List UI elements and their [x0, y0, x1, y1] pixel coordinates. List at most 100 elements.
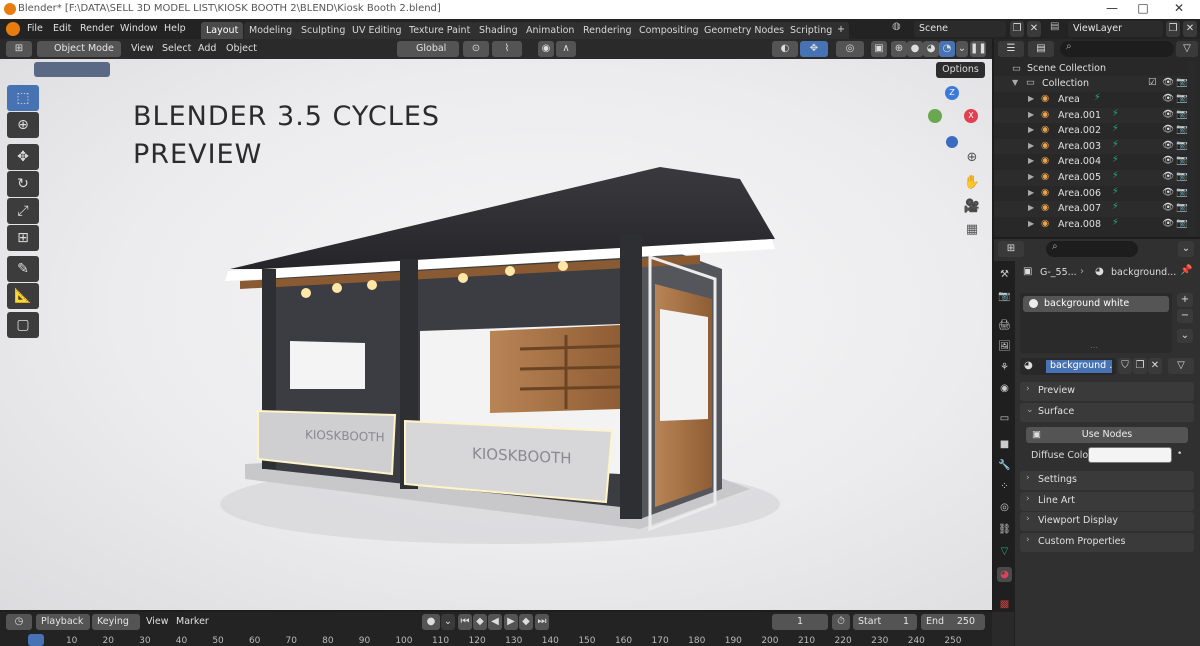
camera-icon[interactable]: 📷: [1176, 202, 1188, 213]
eye-icon[interactable]: 👁: [1162, 77, 1174, 88]
menu-window[interactable]: Window: [120, 23, 157, 34]
expand-icon[interactable]: ▶: [1028, 110, 1034, 119]
physics-tab-icon[interactable]: ◎: [997, 500, 1012, 515]
eye-icon[interactable]: 👁: [1162, 124, 1174, 135]
blender-menu-icon[interactable]: [6, 22, 20, 36]
camera-view-icon[interactable]: 🎥: [962, 199, 982, 219]
properties-options-icon[interactable]: ⌄: [1178, 241, 1194, 257]
menu-object[interactable]: Object: [226, 43, 257, 54]
prev-keyframe-icon[interactable]: ◆: [473, 614, 487, 630]
tab-rendering[interactable]: Rendering: [578, 22, 637, 39]
outliner-row[interactable]: ▶ ◉ Area.006 ⚡ 👁 📷: [994, 186, 1188, 202]
checkbox-icon[interactable]: ☑: [1148, 77, 1157, 88]
tab-texture-paint[interactable]: Texture Paint: [404, 22, 476, 39]
jump-end-icon[interactable]: ⏭: [535, 614, 549, 630]
view-layer-selector[interactable]: ViewLayer: [1068, 21, 1163, 37]
tab-animation[interactable]: Animation: [521, 22, 580, 39]
camera-icon[interactable]: 📷: [1176, 171, 1188, 182]
tab-scripting[interactable]: Scripting: [785, 22, 838, 39]
panel-settings[interactable]: › Settings: [1020, 471, 1194, 490]
play-reverse-icon[interactable]: ◀: [488, 614, 502, 630]
use-nodes-button[interactable]: ▣ Use Nodes: [1026, 427, 1188, 443]
eye-icon[interactable]: 👁: [1162, 93, 1174, 104]
material-browse[interactable]: ◕ background ...: [1020, 358, 1116, 375]
menu-help[interactable]: Help: [164, 23, 186, 34]
panel-line-art[interactable]: › Line Art: [1020, 492, 1194, 511]
timeline-marker-menu[interactable]: Marker: [176, 616, 209, 627]
resize-handle-icon[interactable]: ⋯: [1090, 343, 1098, 352]
tab-uv-editing[interactable]: UV Editing: [347, 22, 407, 39]
expand-icon[interactable]: ▼: [1012, 78, 1018, 87]
play-icon[interactable]: ▶: [504, 614, 518, 630]
tab-geometry-nodes[interactable]: Geometry Nodes: [699, 22, 790, 39]
eye-icon[interactable]: 👁: [1162, 109, 1174, 120]
material-slot-list[interactable]: background white ⋯: [1020, 293, 1172, 353]
modifier-tab-icon[interactable]: 🔧: [997, 458, 1012, 473]
outliner-row[interactable]: ▶ ◉ Area.002 ⚡ 👁 📷: [994, 123, 1188, 139]
outliner-scrollbar[interactable]: [1188, 61, 1196, 237]
output-tab-icon[interactable]: 🖨: [997, 318, 1012, 333]
fake-user-icon[interactable]: ⛉: [1118, 358, 1132, 374]
camera-icon[interactable]: 📷: [1176, 93, 1188, 104]
constraints-tab-icon[interactable]: ⛓: [997, 522, 1012, 537]
view-layer-delete-icon[interactable]: ✕: [1183, 21, 1197, 37]
eye-icon[interactable]: 👁: [1162, 155, 1174, 166]
display-mode-icon[interactable]: ▤: [1028, 41, 1054, 57]
gizmo-z-axis[interactable]: Z: [945, 86, 959, 100]
expand-icon[interactable]: ▶: [1028, 156, 1034, 165]
slot-specials-icon[interactable]: ⌄: [1177, 329, 1193, 343]
camera-icon[interactable]: 📷: [1176, 77, 1188, 88]
tab-modeling[interactable]: Modeling: [244, 22, 298, 39]
tab-sculpting[interactable]: Sculpting: [296, 22, 351, 39]
shading-options-icon[interactable]: ⌄: [956, 41, 968, 57]
panel-preview[interactable]: › Preview: [1020, 382, 1194, 401]
camera-icon[interactable]: 📷: [1176, 155, 1188, 166]
pause-render-icon[interactable]: ❚❚: [970, 41, 987, 57]
expand-icon[interactable]: ▶: [1028, 203, 1034, 212]
expand-icon[interactable]: ▶: [1028, 125, 1034, 134]
outliner-row[interactable]: ▶ ◉ Area ⚡ 👁 📷: [994, 92, 1188, 108]
gizmo-icon[interactable]: ✥: [800, 41, 828, 57]
transform-orientation-dropdown[interactable]: Global: [397, 41, 459, 57]
3d-viewport[interactable]: Options ⬚ ⊕ ✥ ↻ ⤢ ⊞ ✎ 📐 ▢ BLENDER 3.5 CY…: [0, 59, 992, 610]
menu-file[interactable]: File: [27, 23, 43, 34]
expand-icon[interactable]: ▶: [1028, 172, 1034, 181]
outliner-row[interactable]: ▶ ◉ Area.007 ⚡ 👁 📷: [994, 201, 1188, 217]
remove-slot-icon[interactable]: −: [1177, 309, 1193, 323]
expand-icon[interactable]: ▶: [1028, 141, 1034, 150]
menu-render[interactable]: Render: [80, 23, 114, 34]
collection-tab-icon[interactable]: ▭: [997, 411, 1012, 426]
filter-icon[interactable]: ▽: [1176, 41, 1198, 57]
proportional-edit-icon[interactable]: ◉: [538, 41, 554, 57]
expand-icon[interactable]: ▶: [1028, 188, 1034, 197]
pivot-point-icon[interactable]: ⊙: [463, 41, 489, 57]
world-tab-icon[interactable]: ◉: [997, 381, 1012, 396]
panel-surface[interactable]: ⌄ Surface: [1020, 403, 1194, 422]
timeline-view-menu[interactable]: View: [146, 616, 169, 627]
object-mode-dropdown[interactable]: Object Mode: [37, 41, 121, 57]
scene-new-icon[interactable]: ❐: [1010, 21, 1024, 37]
outliner-scene-collection[interactable]: ▭ Scene Collection: [994, 61, 1186, 77]
menu-add[interactable]: Add: [198, 43, 216, 54]
shading-material-icon[interactable]: ◕: [923, 41, 939, 57]
scene-delete-icon[interactable]: ✕: [1027, 21, 1041, 37]
expand-icon[interactable]: ▶: [1028, 219, 1034, 228]
keyframe-dot-icon[interactable]: •: [1177, 449, 1182, 459]
duplicate-material-icon[interactable]: ❐: [1133, 358, 1147, 374]
end-frame-field[interactable]: End 250: [921, 614, 985, 630]
render-tab-icon[interactable]: 📷: [997, 289, 1012, 304]
camera-icon[interactable]: 📷: [1176, 124, 1188, 135]
diffuse-color-swatch[interactable]: [1088, 447, 1172, 463]
object-data-tab-icon[interactable]: ▽: [997, 544, 1012, 559]
playhead[interactable]: [28, 634, 44, 646]
view-layer-tab-icon[interactable]: 🖼: [997, 339, 1012, 354]
camera-icon[interactable]: 📷: [1176, 218, 1188, 229]
snap-icon[interactable]: ⌇: [492, 41, 522, 57]
unlink-material-icon[interactable]: ✕: [1148, 358, 1162, 374]
tab-compositing[interactable]: Compositing: [634, 22, 704, 39]
maximize-button[interactable]: □: [1128, 1, 1158, 15]
current-frame-field[interactable]: 1: [772, 614, 828, 630]
record-icon[interactable]: ●: [422, 614, 440, 630]
camera-icon[interactable]: 📷: [1176, 140, 1188, 151]
outliner-row[interactable]: ▶ ◉ Area.004 ⚡ 👁 📷: [994, 154, 1188, 170]
